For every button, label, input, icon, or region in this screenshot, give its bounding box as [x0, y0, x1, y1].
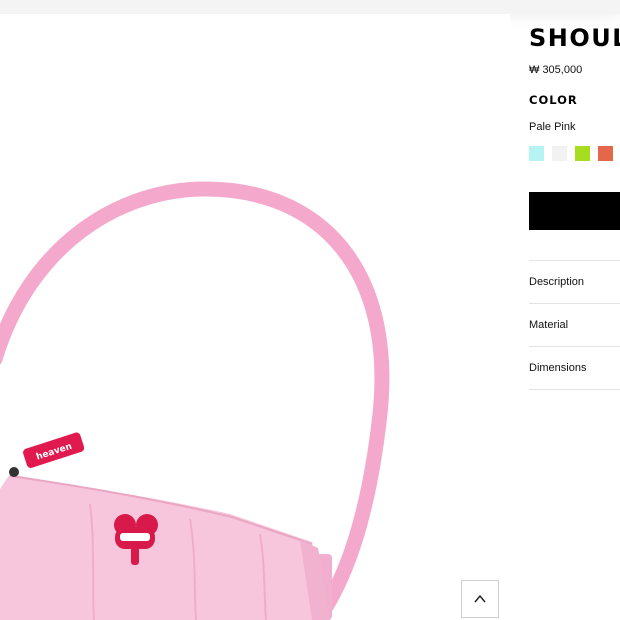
accordion-label: Dimensions — [529, 362, 587, 374]
product-price: ₩ 305,000 — [529, 64, 583, 76]
top-navigation-bar — [0, 0, 620, 14]
color-swatches — [529, 146, 620, 161]
bag-body — [0, 474, 328, 620]
bag-illustration: heaven — [0, 181, 390, 620]
product-details-accordion: Description Material Dimensions — [529, 260, 620, 390]
product-info-panel: SHOUL ₩ 305,000 COLOR Pale Pink Descript… — [529, 0, 620, 620]
scroll-to-top-button[interactable] — [461, 580, 499, 618]
selected-color-name: Pale Pink — [529, 121, 576, 133]
product-title: SHOUL — [529, 24, 620, 52]
accordion-label: Material — [529, 319, 569, 331]
color-swatch-aqua[interactable] — [529, 146, 544, 161]
accordion-dimensions[interactable]: Dimensions — [529, 347, 620, 390]
color-swatch-coral[interactable] — [598, 146, 613, 161]
accordion-label: Description — [529, 276, 585, 288]
accordion-description[interactable]: Description — [529, 261, 620, 304]
add-to-cart-button[interactable] — [529, 192, 620, 230]
zipper-pull — [9, 467, 19, 477]
color-heading: COLOR — [529, 93, 578, 107]
heaven-tag: heaven — [23, 432, 85, 468]
chevron-up-icon — [474, 594, 486, 603]
product-image: heaven — [0, 14, 510, 620]
color-swatch-off-white[interactable] — [552, 146, 567, 161]
accordion-material[interactable]: Material — [529, 304, 620, 347]
color-swatch-lime[interactable] — [575, 146, 590, 161]
